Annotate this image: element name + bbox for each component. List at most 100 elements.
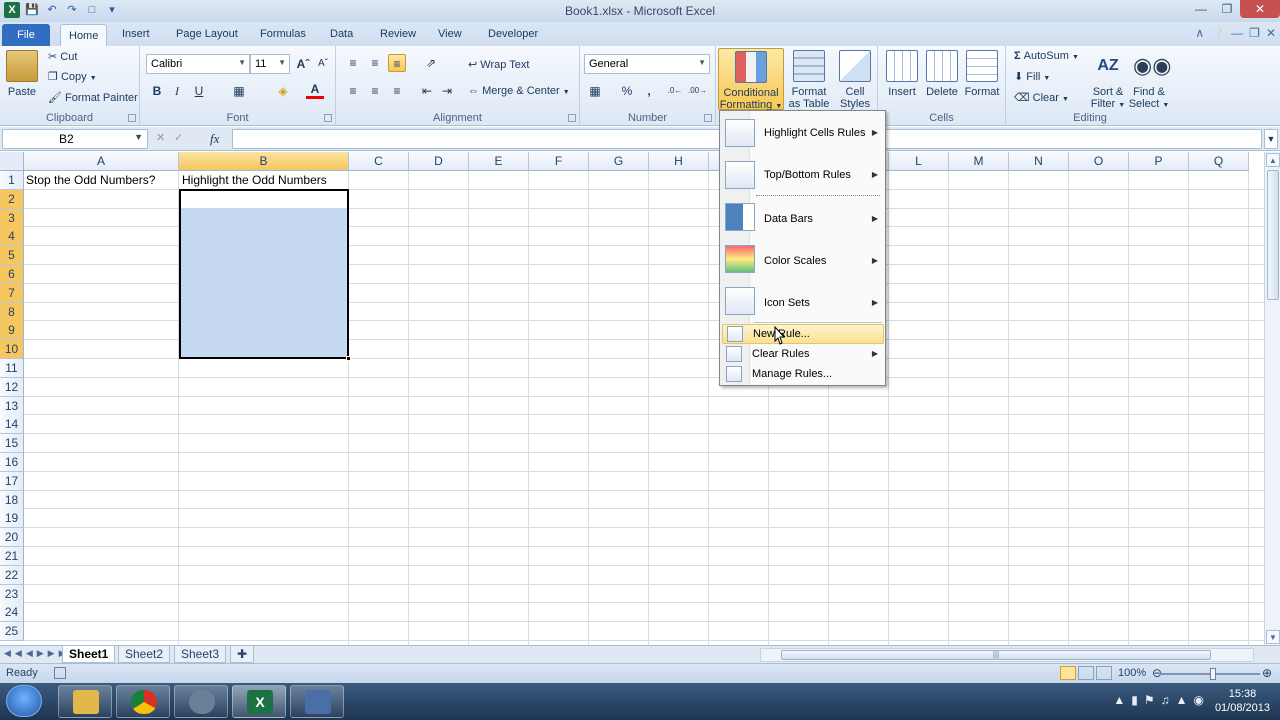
zoom-slider-knob[interactable] [1210,668,1216,680]
paste-button[interactable]: Paste [4,48,40,98]
format-cells-button[interactable]: Format [962,48,1002,98]
grow-font-icon[interactable]: Aˆ [294,55,312,73]
menu-item-new-rule[interactable]: New Rule... [722,324,884,344]
sort-filter-button[interactable]: AZ Sort & Filter ▼ [1088,48,1128,112]
active-cell[interactable] [181,191,347,208]
fill-color-icon[interactable]: ◈ [274,82,292,100]
wrap-text-button[interactable]: ↩ Wrap Text [468,58,529,71]
row-header-12[interactable]: 12 [0,377,24,397]
flag-icon[interactable]: ⚑ [1144,693,1161,707]
percent-style-button[interactable]: % [618,82,636,100]
taskbar-app3[interactable] [174,685,228,718]
page-layout-view-icon[interactable] [1078,666,1094,680]
row-header-2[interactable]: 2 [0,189,24,209]
start-button-icon[interactable] [6,685,42,717]
tab-home[interactable]: Home [60,24,108,46]
menu-item-icon-sets[interactable]: Icon Sets ▶ [722,283,884,321]
row-header-10[interactable]: 10 [0,340,24,360]
increase-decimal-icon[interactable]: .0← [666,82,684,100]
column-header-o[interactable]: O [1069,152,1129,171]
close-button[interactable]: ✕ [1240,0,1280,18]
conditional-formatting-button[interactable]: Conditional Formatting ▼ [718,48,784,111]
sheet-tab-sheet3[interactable]: Sheet3 [174,646,227,663]
fill-button[interactable]: ⬇ Fill ▼ [1014,70,1050,83]
align-bottom-icon[interactable]: ≡ [388,54,406,72]
row-header-13[interactable]: 13 [0,396,24,416]
tab-file[interactable]: File [2,24,50,46]
formula-cancel-icon[interactable]: ✕ [156,131,165,144]
name-box[interactable]: B2 ▼ [2,129,148,149]
row-header-3[interactable]: 3 [0,208,24,228]
zoom-in-icon[interactable]: ⊕ [1262,666,1272,680]
column-header-n[interactable]: N [1009,152,1069,171]
insert-function-button[interactable]: fx [210,131,219,147]
tab-review[interactable]: Review [380,26,416,46]
column-header-l[interactable]: L [889,152,949,171]
row-header-23[interactable]: 23 [0,584,24,604]
column-header-p[interactable]: P [1129,152,1189,171]
tab-formulas[interactable]: Formulas [260,26,306,46]
scroll-up-icon[interactable]: ▲ [1266,153,1280,167]
taskbar-media[interactable] [290,685,344,718]
copy-button[interactable]: ❐ Copy ▼ [48,70,97,83]
column-header-e[interactable]: E [469,152,529,171]
shrink-font-icon[interactable]: Aˇ [314,55,332,73]
delete-cells-button[interactable]: Delete [922,48,962,98]
taskbar-chrome[interactable] [116,685,170,718]
orientation-icon[interactable]: ⇗ [422,54,440,72]
decrease-decimal-icon[interactable]: .00→ [688,82,707,100]
row-header-25[interactable]: 25 [0,622,24,642]
tab-page-layout[interactable]: Page Layout [176,26,238,46]
decrease-indent-icon[interactable]: ⇤ [418,82,436,100]
menu-item-manage-rules[interactable]: Manage Rules... [722,365,884,385]
menu-item-data-bars[interactable]: Data Bars ▶ [722,199,884,237]
align-left-icon[interactable]: ≡ [344,82,362,100]
row-header-18[interactable]: 18 [0,490,24,510]
align-center-icon[interactable]: ≡ [366,82,384,100]
minimize-ribbon-icon[interactable]: ∧ [1195,26,1204,40]
column-header-d[interactable]: D [409,152,469,171]
column-header-c[interactable]: C [349,152,409,171]
scroll-down-icon[interactable]: ▼ [1266,630,1280,644]
menu-item-clear-rules[interactable]: Clear Rules ▶ [722,345,884,365]
network-icon[interactable]: ▲ [1176,693,1194,707]
selected-range[interactable] [179,189,351,361]
tab-developer[interactable]: Developer [488,26,538,46]
row-header-20[interactable]: 20 [0,528,24,548]
minimize-button[interactable]: — [1188,0,1214,18]
cell-b1[interactable]: Highlight the Odd Numbers [180,171,327,189]
vertical-scroll-thumb[interactable] [1267,170,1279,300]
column-header-m[interactable]: M [949,152,1009,171]
row-header-24[interactable]: 24 [0,603,24,623]
row-header-4[interactable]: 4 [0,227,24,247]
font-launcher-icon[interactable] [324,114,332,122]
expand-formula-bar-icon[interactable]: ▼ [1264,129,1278,149]
tab-insert[interactable]: Insert [122,26,150,46]
cut-button[interactable]: ✂ Cut [48,50,77,63]
font-color-icon[interactable]: A [306,82,324,99]
workbook-minimize-icon[interactable]: — [1231,26,1243,40]
font-size-combo[interactable]: 11 ▼ [250,54,290,74]
row-header-15[interactable]: 15 [0,434,24,454]
alignment-launcher-icon[interactable] [568,114,576,122]
row-header-11[interactable]: 11 [0,359,24,378]
row-header-7[interactable]: 7 [0,283,24,303]
clipboard-launcher-icon[interactable] [128,114,136,122]
volume-icon[interactable]: ♫ [1161,693,1176,707]
underline-button[interactable]: U [190,82,208,100]
accounting-format-icon[interactable]: ▦ [586,82,604,100]
bold-button[interactable]: B [148,82,166,100]
align-middle-icon[interactable]: ≡ [366,54,384,72]
insert-cells-button[interactable]: Insert [882,48,922,98]
row-header-5[interactable]: 5 [0,246,24,266]
comma-style-button[interactable]: , [640,82,658,100]
taskbar-clock[interactable]: 15:38 01/08/2013 [1215,687,1270,715]
tray-app-icon[interactable]: ◉ [1194,693,1210,707]
borders-icon[interactable]: ▦ [230,82,248,100]
column-header-a[interactable]: A [24,152,179,171]
cell-styles-button[interactable]: Cell Styles [834,48,876,110]
merge-center-button[interactable]: ⇔ Merge & Center ▼ [468,85,570,97]
find-select-button[interactable]: ◉◉ Find & Select ▼ [1128,48,1172,112]
row-header-1[interactable]: 1 [0,171,24,190]
macro-record-icon[interactable] [54,667,66,679]
